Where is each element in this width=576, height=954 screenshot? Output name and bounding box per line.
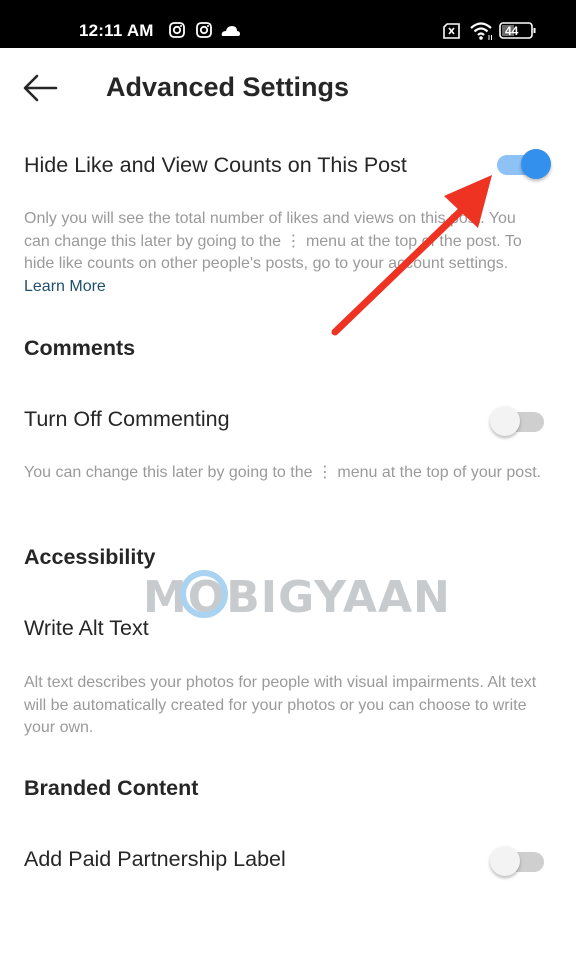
toggle-knob: [490, 406, 520, 436]
watermark-logo-ring: [180, 570, 228, 618]
page-title: Advanced Settings: [106, 72, 350, 102]
no-sim-icon: [443, 23, 461, 44]
hide-counts-description: Only you will see the total number of li…: [24, 208, 544, 298]
section-title-comments: Comments: [24, 336, 136, 360]
status-bar: 12:11 AM 44: [0, 0, 576, 48]
paid-partnership-label: Add Paid Partnership Label: [24, 847, 286, 871]
wifi-icon: [470, 21, 494, 46]
status-time: 12:11 AM: [79, 21, 154, 40]
section-title-accessibility: Accessibility: [24, 545, 156, 569]
toggle-knob: [521, 149, 551, 179]
arrow-left-icon: [23, 74, 58, 102]
hide-counts-description-text: Only you will see the total number of li…: [24, 210, 522, 272]
paid-partnership-toggle[interactable]: [490, 843, 546, 877]
turn-off-commenting-toggle[interactable]: [490, 403, 546, 437]
instagram-icon: [196, 22, 212, 43]
turn-off-commenting-description: You can change this later by going to th…: [24, 464, 542, 481]
hide-counts-label: Hide Like and View Counts on This Post: [24, 153, 407, 177]
hide-counts-toggle[interactable]: [493, 146, 551, 180]
header: Advanced Settings: [0, 48, 576, 130]
alt-text-description: Alt text describes your photos for peopl…: [24, 674, 537, 736]
write-alt-text-item[interactable]: Write Alt Text: [24, 616, 149, 641]
cloud-icon: [221, 24, 241, 42]
battery-level: 44: [505, 24, 519, 38]
learn-more-link[interactable]: Learn More: [24, 278, 106, 295]
instagram-icon: [169, 22, 185, 43]
turn-off-commenting-label: Turn Off Commenting: [24, 407, 230, 431]
back-button[interactable]: [22, 74, 62, 106]
toggle-knob: [490, 846, 520, 876]
section-title-branded-content: Branded Content: [24, 776, 199, 800]
